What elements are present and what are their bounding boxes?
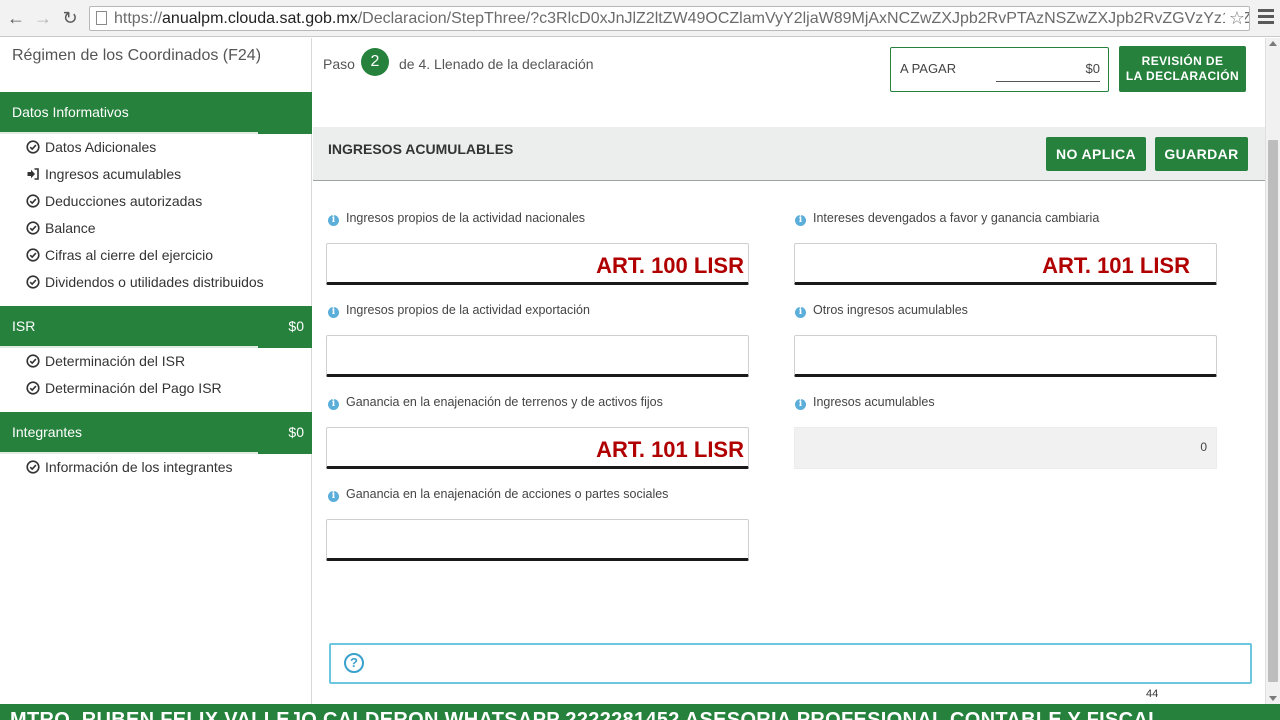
label-intereses: i Intereses devengados a favor y ganancia… [795, 211, 1099, 226]
input-ganancia-acciones[interactable] [326, 519, 749, 561]
label-nacionales: i Ingresos propios de la actividad nacion… [328, 211, 585, 226]
help-question-icon[interactable]: ? [344, 653, 364, 673]
section-header: INGRESOS ACUMULABLES NO APLICA GUARDAR [313, 127, 1265, 181]
info-icon[interactable]: i [795, 399, 806, 410]
input-otros-ingresos[interactable] [794, 335, 1217, 377]
info-icon[interactable]: i [328, 399, 339, 410]
check-circle-icon [26, 194, 40, 208]
guardar-button[interactable]: GUARDAR [1155, 137, 1248, 171]
browser-toolbar: ← → ↻ https://anualpm.clouda.sat.gob.mx/… [0, 0, 1280, 37]
hamburger-menu-icon[interactable] [1258, 9, 1274, 27]
sidebar-item-balance[interactable]: Balance [26, 220, 96, 236]
sidebar-item-informacion-integrantes[interactable]: Información de los integrantes [26, 459, 233, 475]
sidebar: Régimen de los Coordinados (F24) Datos I… [0, 38, 312, 704]
step-indicator: 2 [361, 48, 389, 76]
info-icon[interactable]: i [795, 215, 806, 226]
input-intereses-devengados[interactable]: ART. 101 LISR [794, 243, 1217, 285]
sign-in-arrow-icon [27, 168, 39, 180]
help-panel: ? [329, 643, 1252, 684]
main-content: Paso 2 de 4. Llenado de la declaración A… [313, 38, 1265, 704]
paso-label: Paso [323, 56, 355, 72]
bookmark-star-icon[interactable]: ☆ [1224, 8, 1245, 29]
scroll-thumb[interactable] [1268, 140, 1278, 682]
check-circle-icon [26, 460, 40, 474]
annotation-art-101: ART. 101 LISR [596, 437, 744, 462]
address-bar[interactable]: https://anualpm.clouda.sat.gob.mx/Declar… [89, 6, 1250, 31]
info-icon[interactable]: i [328, 307, 339, 318]
check-circle-icon [26, 275, 40, 289]
sidebar-item-determinacion-isr[interactable]: Determinación del ISR [26, 353, 185, 369]
check-circle-icon [26, 354, 40, 368]
readonly-ingresos-acumulables: 0 [794, 427, 1217, 469]
info-icon[interactable]: i [328, 215, 339, 226]
check-circle-icon [26, 140, 40, 154]
sidebar-item-datos-adicionales[interactable]: Datos Adicionales [26, 139, 156, 155]
integrantes-amount: $0 [288, 424, 304, 440]
acumulables-value: 0 [1200, 440, 1207, 454]
isr-amount: $0 [288, 318, 304, 334]
sidebar-item-deducciones-autorizadas[interactable]: Deducciones autorizadas [26, 193, 202, 209]
page-number: 44 [1146, 688, 1159, 700]
check-circle-icon [26, 381, 40, 395]
footer-text: MTRO. RUBEN FELIX VALLEJO CALDERON WHATS… [10, 709, 1161, 720]
sidebar-item-dividendos[interactable]: Dividendos o utilidades distribuidos [26, 274, 264, 290]
step-description: de 4. Llenado de la declaración [399, 56, 594, 72]
page-icon [96, 11, 107, 25]
sidebar-section-datos-informativos[interactable]: Datos Informativos [0, 92, 312, 134]
no-aplica-button[interactable]: NO APLICA [1046, 137, 1146, 171]
forward-arrow-icon[interactable]: → [32, 7, 54, 29]
revision-declaracion-button[interactable]: REVISIÓN DE LA DECLARACIÓN [1119, 46, 1246, 92]
label-acciones: i Ganancia en la enajenación de acciones … [328, 487, 668, 502]
a-pagar-value: $0 [1085, 61, 1100, 76]
sidebar-section-integrantes[interactable]: Integrantes $0 [0, 412, 312, 454]
regime-title: Régimen de los Coordinados (F24) [12, 47, 262, 64]
scroll-down-arrow-icon[interactable] [1269, 696, 1277, 701]
sidebar-section-isr[interactable]: ISR $0 [0, 306, 312, 348]
footer-banner: MTRO. RUBEN FELIX VALLEJO CALDERON WHATS… [0, 704, 1280, 720]
check-circle-icon [26, 248, 40, 262]
section-title: INGRESOS ACUMULABLES [328, 141, 514, 157]
vertical-scrollbar[interactable] [1265, 38, 1280, 704]
reload-icon[interactable]: ↻ [59, 7, 81, 29]
input-ingresos-nacionales[interactable]: ART. 100 LISR [326, 243, 749, 285]
url-text: https://anualpm.clouda.sat.gob.mx/Declar… [114, 10, 1249, 27]
back-arrow-icon[interactable]: ← [5, 7, 27, 29]
sidebar-item-ingresos-acumulables[interactable]: Ingresos acumulables [26, 166, 181, 182]
label-otros: i Otros ingresos acumulables [795, 303, 968, 318]
label-acumulables: i Ingresos acumulables [795, 395, 935, 410]
annotation-art-101: ART. 101 LISR [1042, 253, 1190, 278]
annotation-art-100: ART. 100 LISR [596, 253, 744, 278]
scroll-up-arrow-icon[interactable] [1269, 41, 1277, 46]
info-icon[interactable]: i [795, 307, 806, 318]
sidebar-item-cifras-cierre[interactable]: Cifras al cierre del ejercicio [26, 247, 213, 263]
a-pagar-label: A PAGAR [900, 61, 957, 76]
info-icon[interactable]: i [328, 491, 339, 502]
input-ganancia-terrenos[interactable]: ART. 101 LISR [326, 427, 749, 469]
label-exportacion: i Ingresos propios de la actividad export… [328, 303, 590, 318]
a-pagar-box: A PAGAR $0 [890, 47, 1109, 92]
label-terrenos: i Ganancia en la enajenación de terrenos … [328, 395, 663, 410]
check-circle-icon [26, 221, 40, 235]
input-ingresos-exportacion[interactable] [326, 335, 749, 377]
sidebar-item-determinacion-pago-isr[interactable]: Determinación del Pago ISR [26, 380, 222, 396]
